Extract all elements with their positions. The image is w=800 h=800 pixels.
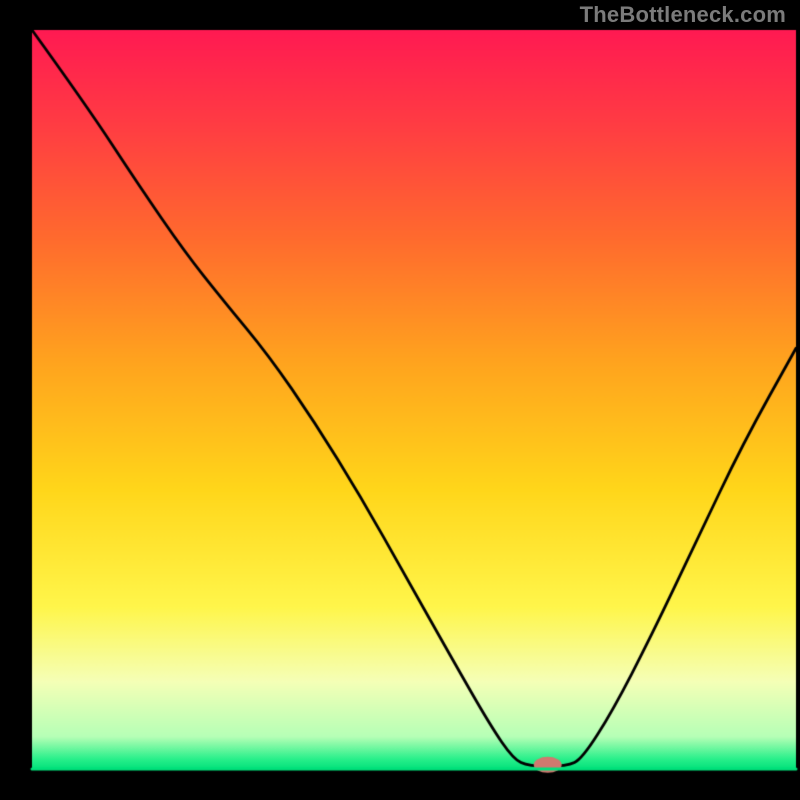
watermark-label: TheBottleneck.com — [580, 2, 786, 28]
bottleneck-curve-chart — [0, 0, 800, 800]
chart-container: TheBottleneck.com — [0, 0, 800, 800]
